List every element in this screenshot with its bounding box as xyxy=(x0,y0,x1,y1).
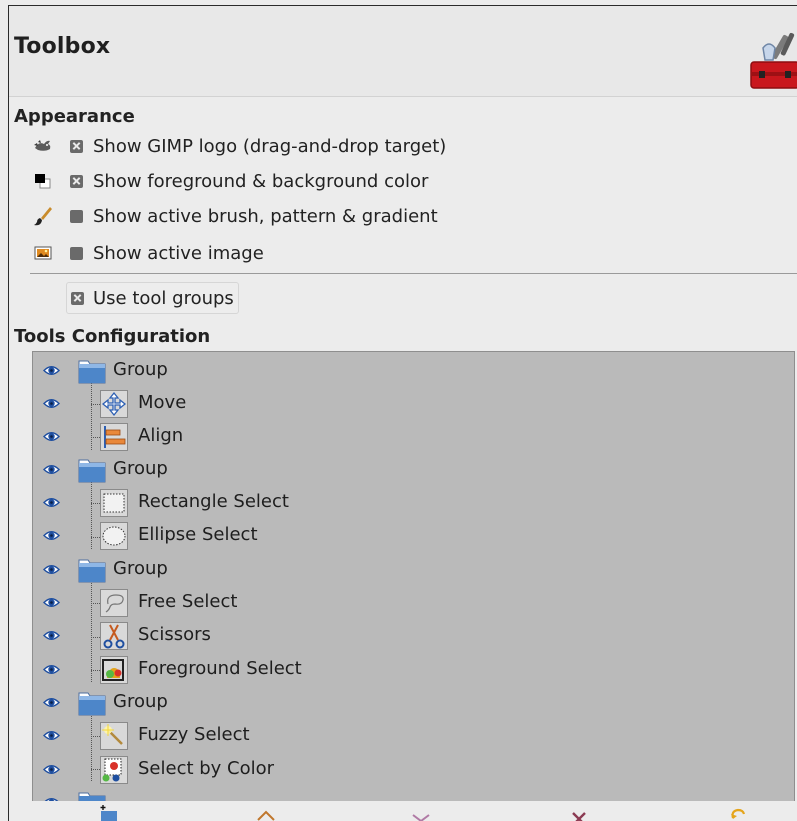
reset-icon[interactable] xyxy=(724,804,748,821)
tree-row-label: Move xyxy=(138,392,187,413)
option-label: Show GIMP logo (drag-and-drop target) xyxy=(93,135,447,157)
new-group-icon[interactable] xyxy=(95,804,119,821)
delete-icon[interactable] xyxy=(567,804,591,821)
scissors-icon xyxy=(100,622,128,650)
page-title: Toolbox xyxy=(14,34,111,59)
raise-icon[interactable] xyxy=(254,804,278,821)
visibility-eye-icon[interactable] xyxy=(43,596,60,609)
image-icon xyxy=(30,243,56,263)
lower-icon[interactable] xyxy=(409,804,433,821)
visibility-eye-icon[interactable] xyxy=(43,629,60,642)
tree-row-label: Foreground Select xyxy=(138,658,302,679)
tree-row-ellipse-select[interactable]: Ellipse Select xyxy=(33,519,794,552)
show-active-image-option[interactable]: Show active image xyxy=(30,238,264,268)
tree-row-group[interactable]: Group xyxy=(33,686,794,719)
rect-select-icon xyxy=(100,489,128,517)
option-label: Use tool groups xyxy=(93,287,234,309)
fg-bg-color-icon xyxy=(30,171,56,191)
window-left-border xyxy=(8,5,9,821)
folder-icon xyxy=(78,559,106,583)
visibility-eye-icon[interactable] xyxy=(43,563,60,576)
tree-row-label: Group xyxy=(113,458,168,479)
tree-row-label: Group xyxy=(113,359,168,380)
tree-row-label: Select by Color xyxy=(138,758,275,779)
tree-row-group[interactable]: Group xyxy=(33,553,794,586)
visibility-eye-icon[interactable] xyxy=(43,397,60,410)
tree-row-move[interactable]: Move xyxy=(33,387,794,420)
tree-row-free-select[interactable]: Free Select xyxy=(33,586,794,619)
visibility-eye-icon[interactable] xyxy=(43,663,60,676)
tree-row-label: Group xyxy=(113,558,168,579)
tree-row-label: Scissors xyxy=(138,624,211,645)
align-tool-icon xyxy=(100,423,128,451)
folder-icon xyxy=(78,360,106,384)
tree-row-foreground-select[interactable]: Foreground Select xyxy=(33,653,794,686)
tools-configuration-heading: Tools Configuration xyxy=(14,326,211,347)
visibility-eye-icon[interactable] xyxy=(43,463,60,476)
option-label: Show active image xyxy=(93,242,264,264)
tree-action-bar xyxy=(9,801,797,821)
tree-row-label: Group xyxy=(113,691,168,712)
use-tool-groups-checkbox[interactable] xyxy=(71,291,84,305)
show-gimp-logo-option[interactable]: Show GIMP logo (drag-and-drop target) xyxy=(30,131,446,161)
show-gimp-logo-checkbox[interactable] xyxy=(70,139,83,153)
show-active-brush-option[interactable]: Show active brush, pattern & gradient xyxy=(30,201,438,231)
tree-row-label: Free Select xyxy=(138,591,238,612)
appearance-heading: Appearance xyxy=(14,106,135,127)
brush-icon xyxy=(30,206,56,226)
tree-row-rectangle-select[interactable]: Rectangle Select xyxy=(33,486,794,519)
appearance-separator xyxy=(30,273,797,274)
visibility-eye-icon[interactable] xyxy=(43,763,60,776)
use-tool-groups-option[interactable]: Use tool groups xyxy=(66,282,239,314)
tree-row-group[interactable]: Group xyxy=(33,453,794,486)
move-tool-icon xyxy=(100,390,128,418)
gimp-wilber-icon xyxy=(30,136,56,156)
folder-icon xyxy=(78,459,106,483)
foreground-select-icon xyxy=(100,656,128,684)
tree-row-label: Align xyxy=(138,425,184,446)
folder-icon xyxy=(78,692,106,716)
show-fg-bg-color-option[interactable]: Show foreground & background color xyxy=(30,166,428,196)
tree-row-label: Rectangle Select xyxy=(138,491,289,512)
show-active-brush-checkbox[interactable] xyxy=(70,209,83,223)
visibility-eye-icon[interactable] xyxy=(43,696,60,709)
tree-row-align[interactable]: Align xyxy=(33,420,794,453)
toolbox-red-icon xyxy=(750,32,797,89)
tree-row-fuzzy-select[interactable]: Fuzzy Select xyxy=(33,719,794,752)
tools-configuration-tree[interactable]: Group Move Align Group Rectangle Select … xyxy=(32,351,795,803)
tree-row-label: Ellipse Select xyxy=(138,524,258,545)
visibility-eye-icon[interactable] xyxy=(43,529,60,542)
ellipse-select-icon xyxy=(100,522,128,550)
visibility-eye-icon[interactable] xyxy=(43,496,60,509)
visibility-eye-icon[interactable] xyxy=(43,729,60,742)
show-active-image-checkbox[interactable] xyxy=(70,246,83,260)
fuzzy-select-icon xyxy=(100,722,128,750)
tree-row-label: Fuzzy Select xyxy=(138,724,250,745)
show-fg-bg-color-checkbox[interactable] xyxy=(70,174,83,188)
tree-row-scissors[interactable]: Scissors xyxy=(33,619,794,652)
tree-row-select-by-color[interactable]: Select by Color xyxy=(33,753,794,786)
free-select-icon xyxy=(100,589,128,617)
option-label: Show foreground & background color xyxy=(93,170,429,192)
preferences-page-header: Toolbox xyxy=(9,6,797,97)
visibility-eye-icon[interactable] xyxy=(43,430,60,443)
visibility-eye-icon[interactable] xyxy=(43,364,60,377)
tree-row-group[interactable]: Group xyxy=(33,354,794,387)
option-label: Show active brush, pattern & gradient xyxy=(93,205,438,227)
select-by-color-icon xyxy=(100,756,128,784)
